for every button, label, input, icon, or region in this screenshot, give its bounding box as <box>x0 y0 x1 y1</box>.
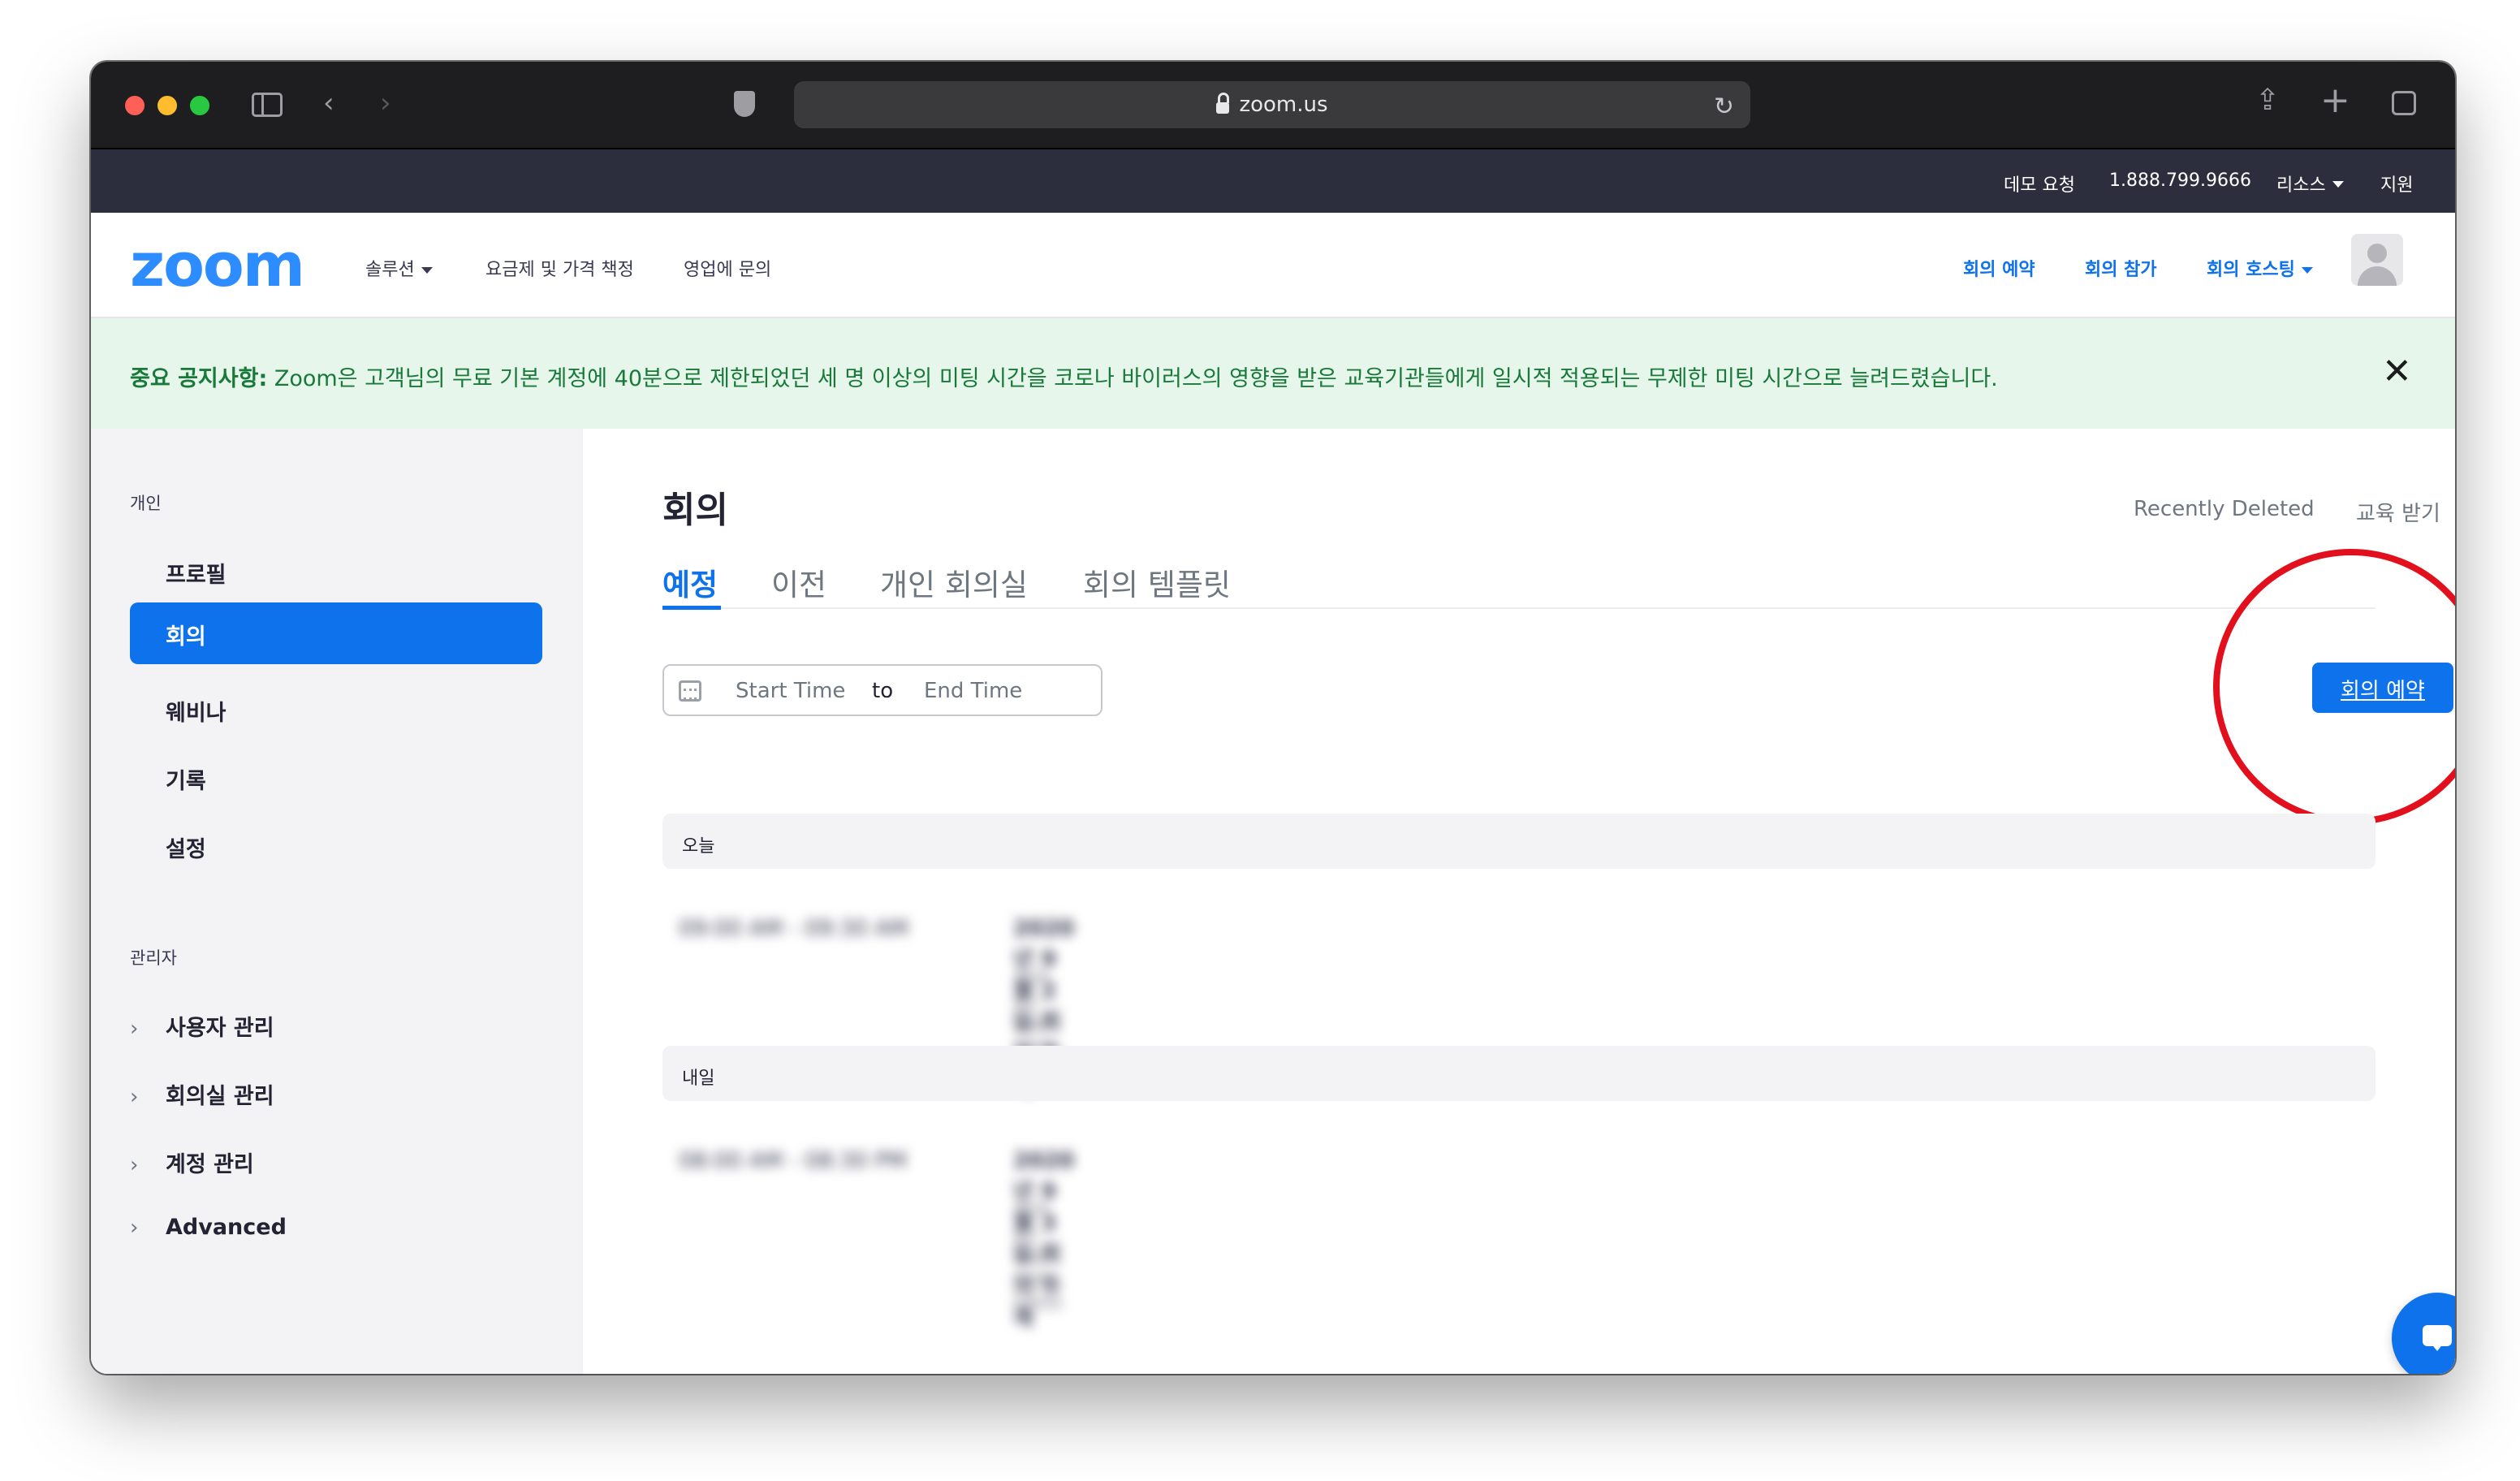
schedule-meeting-link[interactable]: 회의 예약 <box>1963 255 2035 281</box>
join-meeting-link[interactable]: 회의 참가 <box>2085 255 2157 281</box>
sidebar-item-account-management[interactable]: › 계정 관리 <box>130 1146 254 1178</box>
start-time-field[interactable]: Start Time <box>736 679 845 703</box>
calendar-icon <box>679 680 701 702</box>
zoom-window-button[interactable] <box>190 96 209 115</box>
address-bar[interactable]: zoom.us ↻ <box>794 81 1750 128</box>
pricing-link[interactable]: 요금제 및 가격 책정 <box>485 255 634 281</box>
minimize-window-button[interactable] <box>158 96 177 115</box>
sidebar-heading-admin: 관리자 <box>130 948 177 968</box>
date-range-picker[interactable]: Start Time to End Time <box>662 664 1102 716</box>
reload-icon[interactable]: ↻ <box>1714 93 1734 121</box>
notice-body: Zoom은 고객님의 무료 기본 계정에 40분으로 제한되었던 세 명 이상의… <box>267 366 1998 391</box>
meeting-time: 09:00 AM - 09:30 AM <box>679 916 909 941</box>
sidebar-toggle-icon[interactable] <box>252 93 283 117</box>
recently-deleted-link[interactable]: Recently Deleted <box>2134 497 2315 521</box>
contact-sales-link[interactable]: 영업에 문의 <box>684 255 771 281</box>
demo-request-link[interactable]: 데모 요청 <box>2004 171 2075 196</box>
chevron-right-icon: › <box>130 1215 139 1240</box>
page-title: 회의 <box>662 490 728 531</box>
date-range-separator: to <box>872 679 894 703</box>
resources-label: 리소스 <box>2276 175 2326 196</box>
close-icon[interactable]: ✕ <box>2382 351 2412 392</box>
forward-icon[interactable]: › <box>380 89 391 117</box>
sidebar-item-webinars[interactable]: 웨비나 <box>166 695 227 727</box>
sidebar-item-label: 계정 관리 <box>166 1152 254 1177</box>
host-meeting-menu[interactable]: 회의 호스팅 <box>2207 255 2313 281</box>
zoom-logo[interactable]: zoom <box>130 235 305 296</box>
meeting-id: 회의 ID: 000 000 0000 <box>1013 1200 1064 1315</box>
lock-icon <box>1216 93 1230 114</box>
share-icon[interactable]: ⇪ <box>2255 86 2280 115</box>
chevron-right-icon: › <box>130 1017 139 1041</box>
back-icon[interactable]: ‹ <box>323 89 334 117</box>
avatar[interactable] <box>2351 234 2403 286</box>
sidebar-item-profile[interactable]: 프로필 <box>166 557 227 589</box>
close-window-button[interactable] <box>125 96 145 115</box>
meeting-tabs: 예정 이전 개인 회의실 회의 템플릿 <box>662 560 2375 610</box>
sidebar-item-settings[interactable]: 설정 <box>166 831 206 863</box>
notice-text: 중요 공지사항: Zoom은 고객님의 무료 기본 계정에 40분으로 제한되었… <box>130 361 1998 392</box>
main-content: 회의 Recently Deleted 교육 받기 예정 이전 개인 회의실 회… <box>583 429 2455 1374</box>
sidebar-item-label: Advanced <box>166 1215 287 1240</box>
chevron-right-icon: › <box>130 1153 139 1177</box>
sidebar-heading-personal: 개인 <box>130 494 162 513</box>
get-training-link[interactable]: 교육 받기 <box>2356 497 2440 527</box>
host-meeting-label: 회의 호스팅 <box>2207 260 2295 280</box>
new-tab-icon[interactable]: + <box>2320 83 2350 119</box>
sidebar-item-label: 사용자 관리 <box>166 1016 274 1041</box>
chevron-right-icon: › <box>130 1085 139 1109</box>
sidebar-item-advanced[interactable]: › Advanced <box>130 1215 287 1240</box>
tabs-overview-icon[interactable] <box>2392 91 2416 115</box>
day-header-tomorrow: 내일 <box>662 1046 2375 1101</box>
active-tab-indicator <box>662 606 721 610</box>
tab-previous[interactable]: 이전 <box>771 560 826 604</box>
sidebar-item-meetings[interactable]: 회의 <box>130 602 542 664</box>
list-item[interactable]: 08:00 AM - 08:30 PM 2020년 9월 3일 회의 주제 회의… <box>679 1148 1074 1331</box>
url-text: zoom.us <box>1239 93 1328 117</box>
caret-down-icon <box>421 267 433 274</box>
sidebar-item-label: 회의실 관리 <box>166 1084 274 1109</box>
caret-down-icon <box>2332 181 2344 188</box>
browser-toolbar: ‹ › zoom.us ↻ ⇪ + <box>91 62 2455 149</box>
list-item[interactable]: 09:00 AM - 09:30 AM 2020년 9월 2일 회의 주제 회의… <box>679 916 1074 1099</box>
support-link[interactable]: 지원 <box>2380 171 2413 196</box>
sidebar-item-user-management[interactable]: › 사용자 관리 <box>130 1010 274 1042</box>
sidebar-item-room-management[interactable]: › 회의실 관리 <box>130 1078 274 1110</box>
day-header-today: 오늘 <box>662 814 2375 869</box>
sidebar-item-recordings[interactable]: 기록 <box>166 763 206 795</box>
tab-personal-room[interactable]: 개인 회의실 <box>880 560 1028 604</box>
meeting-time: 08:00 AM - 08:30 PM <box>679 1148 908 1173</box>
top-utility-bar: 데모 요청 1.888.799.9666 리소스 지원 <box>91 149 2455 213</box>
notice-banner: 중요 공지사항: Zoom은 고객님의 무료 기본 계정에 40분으로 제한되었… <box>91 318 2455 429</box>
main-nav: zoom 솔루션 요금제 및 가격 책정 영업에 문의 회의 예약 회의 참가 … <box>91 213 2455 318</box>
tab-meeting-templates[interactable]: 회의 템플릿 <box>1083 560 1231 604</box>
end-time-field[interactable]: End Time <box>924 679 1022 703</box>
phone-number[interactable]: 1.888.799.9666 <box>2109 171 2251 191</box>
tab-upcoming[interactable]: 예정 <box>662 560 718 604</box>
resources-menu[interactable]: 리소스 <box>2276 171 2344 196</box>
browser-window: ‹ › zoom.us ↻ ⇪ + 데모 요청 1.888.799.9666 리… <box>91 62 2455 1374</box>
caret-down-icon <box>2301 267 2313 274</box>
solutions-label: 솔루션 <box>365 260 415 280</box>
privacy-shield-icon[interactable] <box>734 91 755 117</box>
sidebar: 개인 프로필 회의 웨비나 기록 설정 관리자 › 사용자 관리 › 회의실 관리 … <box>91 429 583 1374</box>
notice-label: 중요 공지사항: <box>130 366 268 391</box>
solutions-menu[interactable]: 솔루션 <box>365 255 433 281</box>
